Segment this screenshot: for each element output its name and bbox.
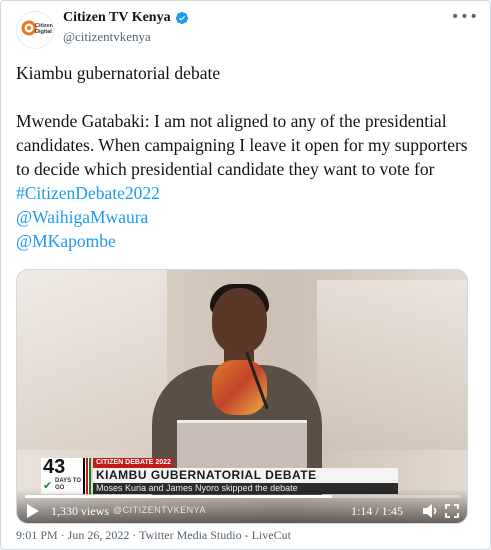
tweet-card: Citizen Digital Citizen TV Kenya @citize…	[0, 0, 491, 550]
display-name[interactable]: Citizen TV Kenya	[63, 10, 171, 26]
video-controls: 1,330 views @CITIZENTVKENYA 1:14 / 1:45	[17, 489, 467, 523]
volume-icon[interactable]	[423, 504, 439, 518]
studio-screen-right	[317, 280, 467, 450]
tweet-line-quote: Mwende Gatabaki: I am not aligned to any…	[16, 111, 472, 179]
tweet-body: Kiambu gubernatorial debate Mwende Gatab…	[16, 61, 471, 253]
author-handle[interactable]: @citizentvkenya	[63, 29, 151, 45]
studio-screen-left	[17, 270, 167, 450]
video-player[interactable]: 43 ✔ DAYS TO GO CITIZEN DEBATE 2022 KIAM…	[16, 269, 468, 524]
debate-title: KIAMBU GUBERNATORIAL DEBATE	[93, 468, 398, 483]
countdown-number: 43	[43, 456, 66, 478]
channel-watermark: @CITIZENTVKENYA	[113, 505, 206, 515]
progress-bar[interactable]	[25, 495, 461, 498]
debate-tag: CITIZEN DEBATE 2022	[93, 458, 173, 468]
more-options-icon[interactable]: •••	[451, 9, 478, 25]
fullscreen-icon[interactable]	[445, 504, 459, 518]
verified-badge-icon	[175, 11, 188, 25]
mention-link-waihiga[interactable]: @WaihigaMwaura	[16, 205, 471, 229]
progress-fill	[25, 495, 333, 498]
avatar[interactable]: Citizen Digital	[16, 11, 54, 49]
avatar-logo-text: Citizen Digital	[35, 23, 54, 35]
hashtag-link[interactable]: #CitizenDebate2022	[16, 181, 471, 205]
speaker-head	[212, 288, 267, 354]
mention-link-kapombe[interactable]: @MKapombe	[16, 229, 471, 253]
view-count: 1,330 views	[51, 504, 109, 518]
video-time: 1:14 / 1:45	[351, 504, 404, 518]
play-icon[interactable]	[27, 504, 39, 518]
tweet-line-title: Kiambu gubernatorial debate	[16, 63, 221, 83]
author-name-row: Citizen TV Kenya	[63, 10, 189, 26]
tweet-meta: 9:01 PM · Jun 26, 2022 · Twitter Media S…	[16, 528, 291, 542]
